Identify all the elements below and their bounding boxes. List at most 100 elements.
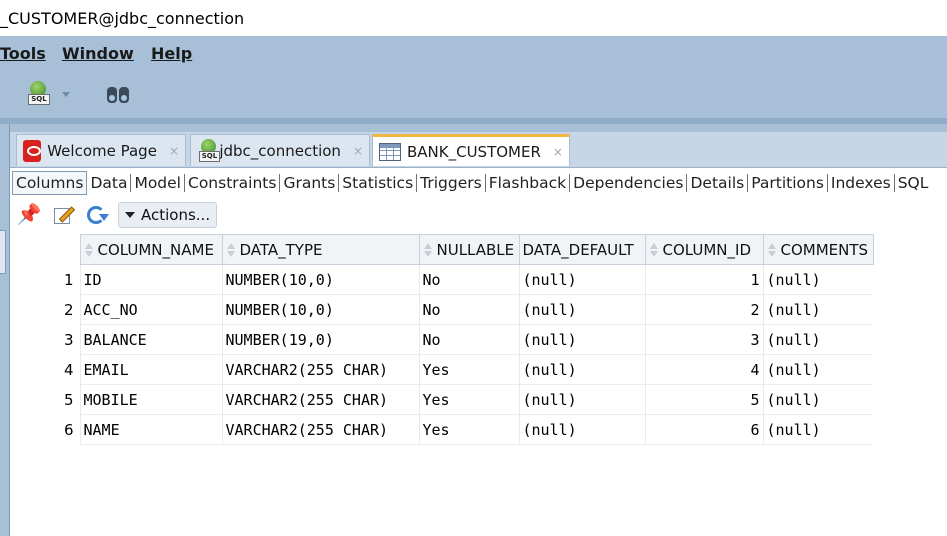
find-db-object-button[interactable]: [106, 80, 130, 108]
sort-icon: [649, 242, 659, 257]
cell-column-id[interactable]: 1: [644, 264, 763, 295]
tab-label: Welcome Page: [47, 141, 157, 160]
close-icon[interactable]: ×: [553, 145, 563, 159]
cell-data-default[interactable]: (null): [518, 264, 645, 295]
cell-column-id[interactable]: 2: [644, 294, 763, 325]
cell-comments[interactable]: (null): [762, 384, 873, 415]
header-label: COLUMN_NAME: [97, 240, 214, 259]
refresh-icon: [85, 204, 109, 226]
cell-data-type[interactable]: NUMBER(10,0): [221, 294, 419, 325]
cell-comments[interactable]: (null): [762, 324, 873, 355]
cell-column-name[interactable]: NAME: [79, 414, 222, 445]
subtab-dependencies[interactable]: Dependencies: [570, 174, 688, 192]
subtab-partitions[interactable]: Partitions: [748, 174, 828, 192]
cell-data-type[interactable]: VARCHAR2(255 CHAR): [221, 354, 419, 385]
cell-column-name[interactable]: EMAIL: [79, 354, 222, 385]
menu-tools[interactable]: Tools: [0, 44, 46, 63]
sql-connection-icon-label: SQL: [199, 150, 220, 162]
cell-column-name[interactable]: ACC_NO: [79, 294, 222, 325]
actions-label: Actions...: [141, 206, 211, 224]
document-tabs: Welcome Page × SQL jdbc_connection × BAN…: [10, 132, 947, 168]
cell-column-name[interactable]: ID: [79, 264, 222, 295]
cell-nullable[interactable]: No: [418, 324, 519, 355]
cell-data-type[interactable]: VARCHAR2(255 CHAR): [221, 414, 419, 445]
header-label: COLUMN_ID: [662, 240, 752, 259]
subtab-indexes[interactable]: Indexes: [828, 174, 895, 192]
column-header-nullable[interactable]: NULLABLE: [418, 234, 520, 265]
cell-column-name[interactable]: BALANCE: [79, 324, 222, 355]
cell-data-default[interactable]: (null): [518, 384, 645, 415]
cell-data-type[interactable]: NUMBER(19,0): [221, 324, 419, 355]
subtab-triggers[interactable]: Triggers: [417, 174, 486, 192]
cell-column-id[interactable]: 6: [644, 414, 763, 445]
row-number: 3: [63, 330, 74, 349]
toolbar-separator: [0, 118, 947, 124]
table-row[interactable]: 4 EMAIL VARCHAR2(255 CHAR) Yes (null) 4 …: [14, 354, 873, 385]
menu-window[interactable]: Window: [62, 44, 134, 63]
subtab-details[interactable]: Details: [687, 174, 749, 192]
header-label: DATA_TYPE: [239, 240, 323, 259]
sort-icon: [84, 242, 94, 257]
object-subtabs: Columns Data Model Constraints Grants St…: [12, 170, 931, 196]
cell-nullable[interactable]: Yes: [418, 414, 519, 445]
grid-header-row: COLUMN_NAME DATA_TYPE NULLABLE DATA_DEFA…: [14, 234, 874, 265]
row-number: 2: [63, 300, 74, 319]
cell-data-default[interactable]: (null): [518, 294, 645, 325]
subtab-grants[interactable]: Grants: [280, 174, 340, 192]
tab-welcome-page[interactable]: Welcome Page ×: [16, 134, 186, 166]
header-label: DATA_DEFAULT: [522, 240, 634, 259]
row-number-header: [14, 234, 80, 265]
cell-nullable[interactable]: Yes: [418, 384, 519, 415]
close-icon[interactable]: ×: [353, 144, 363, 158]
cell-column-id[interactable]: 4: [644, 354, 763, 385]
cell-nullable[interactable]: No: [418, 264, 519, 295]
column-header-data-type[interactable]: DATA_TYPE: [221, 234, 420, 265]
cell-data-type[interactable]: VARCHAR2(255 CHAR): [221, 384, 419, 415]
tab-bank-customer[interactable]: BANK_CUSTOMER ×: [372, 134, 570, 166]
actions-menu-button[interactable]: Actions...: [118, 202, 218, 228]
table-row[interactable]: 5 MOBILE VARCHAR2(255 CHAR) Yes (null) 5…: [14, 384, 873, 415]
cell-nullable[interactable]: Yes: [418, 354, 519, 385]
sql-worksheet-dropdown[interactable]: [62, 80, 70, 108]
table-row[interactable]: 3 BALANCE NUMBER(19,0) No (null) 3 (null…: [14, 324, 873, 355]
column-header-column-name[interactable]: COLUMN_NAME: [79, 234, 223, 265]
cell-column-name[interactable]: MOBILE: [79, 384, 222, 415]
sql-worksheet-button[interactable]: SQL: [26, 80, 52, 108]
cell-data-type[interactable]: NUMBER(10,0): [221, 264, 419, 295]
row-number: 1: [63, 270, 74, 289]
sort-icon: [226, 242, 236, 257]
subtab-flashback[interactable]: Flashback: [486, 174, 571, 192]
cell-comments[interactable]: (null): [762, 414, 873, 445]
cell-data-default[interactable]: (null): [518, 324, 645, 355]
subtab-model[interactable]: Model: [131, 174, 185, 192]
tab-jdbc-connection[interactable]: SQL jdbc_connection ×: [190, 134, 370, 166]
table-row[interactable]: 1 ID NUMBER(10,0) No (null) 1 (null): [14, 264, 873, 295]
cell-data-default[interactable]: (null): [518, 414, 645, 445]
table-row[interactable]: 6 NAME VARCHAR2(255 CHAR) Yes (null) 6 (…: [14, 414, 873, 445]
close-icon[interactable]: ×: [169, 144, 179, 158]
freeze-view-button[interactable]: 📌: [16, 202, 42, 228]
subtab-constraints[interactable]: Constraints: [185, 174, 281, 192]
cell-column-id[interactable]: 5: [644, 384, 763, 415]
subtab-data[interactable]: Data: [87, 174, 132, 192]
cell-comments[interactable]: (null): [762, 354, 873, 385]
column-header-data-default[interactable]: DATA_DEFAULT: [518, 234, 646, 265]
column-header-column-id[interactable]: COLUMN_ID: [644, 234, 764, 265]
subtab-sql[interactable]: SQL: [895, 174, 932, 192]
cell-data-default[interactable]: (null): [518, 354, 645, 385]
dock-handle[interactable]: [0, 230, 6, 274]
refresh-button[interactable]: [84, 202, 110, 228]
subtab-columns[interactable]: Columns: [12, 171, 88, 195]
cell-column-id[interactable]: 3: [644, 324, 763, 355]
cell-comments[interactable]: (null): [762, 294, 873, 325]
window-title: _CUSTOMER@jdbc_connection: [0, 9, 245, 28]
cell-comments[interactable]: (null): [762, 264, 873, 295]
column-header-comments[interactable]: COMMENTS: [762, 234, 874, 265]
oracle-icon: [23, 139, 42, 162]
edit-button[interactable]: [50, 202, 76, 228]
cell-nullable[interactable]: No: [418, 294, 519, 325]
header-label: NULLABLE: [436, 240, 515, 259]
subtab-statistics[interactable]: Statistics: [339, 174, 418, 192]
table-row[interactable]: 2 ACC_NO NUMBER(10,0) No (null) 2 (null): [14, 294, 873, 325]
menu-help[interactable]: Help: [151, 44, 192, 63]
